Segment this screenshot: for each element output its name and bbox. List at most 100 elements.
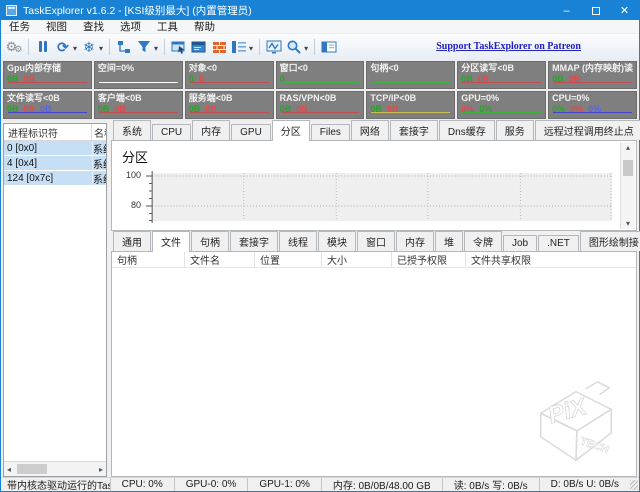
tab-system[interactable]: 系统 [113,120,151,140]
column-header-name[interactable]: 名称 [92,125,106,140]
tab-gpu[interactable]: GPU [231,124,271,140]
column-header-location[interactable]: 位置 [255,252,322,267]
console-window-icon[interactable] [190,37,208,57]
scrollbar-thumb[interactable] [623,160,633,176]
filter-dropdown-caret[interactable]: ▾ [154,44,158,53]
scrollbar-thumb[interactable] [17,464,47,474]
process-tree-icon[interactable] [115,37,133,57]
gauge-line [190,82,269,83]
gauge-line [281,82,360,83]
settings-gears-icon[interactable]: ⚙⚙ [5,37,23,57]
gauge-disk-io[interactable]: 分区读写<0B 0B0B [457,61,546,89]
upper-tab-bar: 系统 CPU 内存 GPU 分区 Files 网络 套接字 Dns缓存 服务 远… [111,123,637,141]
column-header-granted-access[interactable]: 已授予权限 [392,252,466,267]
gauge-objects[interactable]: 对象<0 00 [185,61,274,89]
process-row[interactable]: 0 [0x0] 系统 [4,141,106,156]
gauge-gpu[interactable]: GPU=0% 0%0% [457,91,546,119]
freeze-snowflake-icon[interactable]: ❄ [80,37,98,57]
scroll-left-icon[interactable]: ◂ [7,465,11,474]
gauge-line [553,82,632,83]
process-row[interactable]: 4 [0x4] 系统 [4,156,106,171]
gauge-gpu-memory[interactable]: Gpu内部存储 0B0B [3,61,92,89]
pause-icon[interactable] [34,37,52,57]
patreon-link[interactable]: Support TaskExplorer on Patreon [436,41,581,52]
scroll-up-icon[interactable]: ▴ [626,143,630,152]
gauge-server[interactable]: 服务端<0B 0B0B [185,91,274,119]
tab-memory-lower[interactable]: 内存 [396,231,434,251]
system-monitor-icon[interactable] [265,37,283,57]
tab-file[interactable]: 文件 [152,231,190,252]
gauge-file-io[interactable]: 文件读写<0B 0B0B0B [3,91,92,119]
scroll-down-icon[interactable]: ▾ [626,219,630,228]
tab-token[interactable]: 令牌 [464,231,502,251]
gauge-handles[interactable]: 句柄<0 [366,61,455,89]
gauge-line [99,82,178,83]
menu-options[interactable]: 选项 [112,19,149,34]
gauge-client[interactable]: 客户端<0B 0B0B [94,91,183,119]
tab-gdi[interactable]: 图形绘制接口 [580,231,640,251]
menu-tools[interactable]: 工具 [149,19,186,34]
info-panel-icon[interactable] [320,37,338,57]
gauge-mmap-io[interactable]: MMAP (内存映射)读写<0B 0B0B [548,61,637,89]
tab-handles[interactable]: 句柄 [191,231,229,251]
partition-section: 分区 100 80 [111,141,637,231]
process-list-panel: 进程标识符 名称 0 [0x0] 系统 4 [0x4] 系统 124 [0x7c… [3,123,107,477]
column-header-handle[interactable]: 句柄 [112,252,185,267]
tab-memory[interactable]: 内存 [192,120,230,140]
gauge-ras-vpn[interactable]: RAS/VPN<0B 0B0B [276,91,365,119]
tab-job[interactable]: Job [503,235,537,251]
tab-general[interactable]: 通用 [113,231,151,251]
gauge-windows[interactable]: 窗口<0 0 [276,61,365,89]
menu-help[interactable]: 帮助 [186,19,223,34]
column-header-pid[interactable]: 进程标识符 [4,124,92,140]
horizontal-scrollbar[interactable]: ◂ ▸ [4,461,106,476]
tab-services[interactable]: 服务 [496,120,534,140]
refresh-icon[interactable]: ⟳ [54,37,72,57]
tab-files[interactable]: Files [311,124,350,140]
minimize-button[interactable]: – [552,1,581,20]
tab-dotnet[interactable]: .NET [538,235,579,251]
search-dropdown-caret[interactable]: ▾ [304,44,308,53]
filter-icon[interactable] [135,37,153,57]
tab-sockets-lower[interactable]: 套接字 [230,231,278,251]
search-icon[interactable] [285,37,303,57]
detail-panel: 系统 CPU 内存 GPU 分区 Files 网络 套接字 Dns缓存 服务 远… [111,123,637,477]
tab-cpu[interactable]: CPU [152,124,191,140]
gauge-line [8,82,87,83]
gauge-space[interactable]: 空间=0% [94,61,183,89]
app-window: TaskExplorer v1.6.2 - [KSI级别最大] (内置管理员) … [0,0,640,492]
list-view-icon[interactable] [230,37,248,57]
menu-view[interactable]: 视图 [38,19,75,34]
tab-heap[interactable]: 堆 [435,231,463,251]
column-header-size[interactable]: 大小 [322,252,392,267]
gauge-tcp-ip[interactable]: TCP/IP<0B 0B0B [366,91,455,119]
gauge-cpu[interactable]: CPU=0% 0%0%0% [548,91,637,119]
gauge-line [553,112,632,113]
column-header-filename[interactable]: 文件名 [185,252,255,267]
title-bar[interactable]: TaskExplorer v1.6.2 - [KSI级别最大] (内置管理员) … [1,1,639,20]
column-header-share-access[interactable]: 文件共享权限 [466,252,636,267]
firewall-icon[interactable] [210,37,228,57]
tab-threads[interactable]: 线程 [279,231,317,251]
app-icon [6,5,17,16]
scroll-right-icon[interactable]: ▸ [99,465,103,474]
maximize-button[interactable] [581,1,610,20]
refresh-dropdown-caret[interactable]: ▾ [73,44,77,53]
select-window-icon[interactable] [170,37,188,57]
tab-partition[interactable]: 分区 [272,120,310,141]
freeze-dropdown-caret[interactable]: ▾ [99,44,103,53]
tab-network[interactable]: 网络 [351,120,389,140]
menu-find[interactable]: 查找 [75,19,112,34]
menu-bar: 任务 视图 查找 选项 工具 帮助 [1,20,639,34]
resize-grip[interactable] [630,480,638,490]
tab-dns-cache[interactable]: Dns缓存 [439,120,495,140]
menu-tasks[interactable]: 任务 [1,19,38,34]
process-row[interactable]: 124 [0x7c] 系统 [4,171,106,186]
tab-modules[interactable]: 模块 [318,231,356,251]
tab-sockets[interactable]: 套接字 [390,120,438,140]
tab-windows[interactable]: 窗口 [357,231,395,251]
list-dropdown-caret[interactable]: ▾ [249,44,253,53]
vertical-scrollbar[interactable]: ▴ ▾ [620,142,635,229]
close-button[interactable]: ✕ [610,1,639,20]
tab-rpc-endpoints[interactable]: 远程过程调用终止点 [535,120,640,140]
